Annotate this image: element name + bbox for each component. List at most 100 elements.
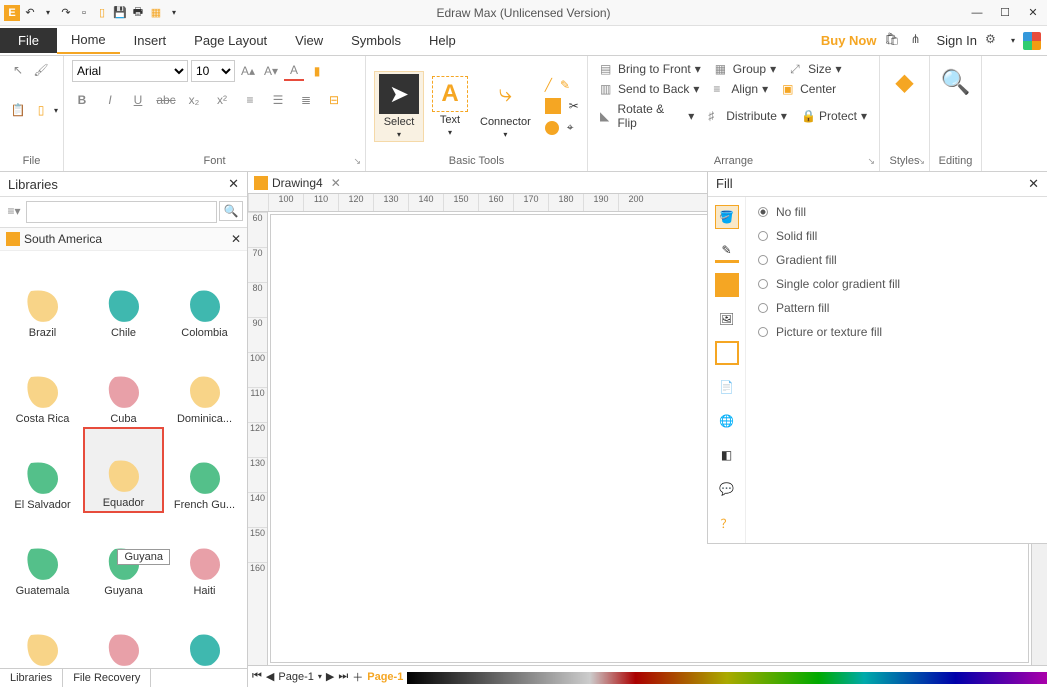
fill-picture-icon[interactable]: 🖼: [715, 307, 739, 331]
styles-expand-icon[interactable]: ↘: [917, 156, 925, 167]
lib-item-frenchgu[interactable]: French Gu...: [164, 427, 245, 513]
fill-shadow-icon[interactable]: ◧: [715, 443, 739, 467]
fill-globe-icon[interactable]: 🌐: [715, 409, 739, 433]
cursor-icon[interactable]: ↖: [8, 60, 28, 80]
fill-option-solid-fill[interactable]: Solid fill: [758, 229, 1035, 243]
lib-item-dominica[interactable]: Dominica...: [164, 341, 245, 427]
menu-view[interactable]: View: [281, 28, 337, 53]
superscript-icon[interactable]: x²: [212, 90, 232, 110]
paste-dd-icon[interactable]: ▾: [54, 106, 58, 115]
highlight-icon[interactable]: ▮: [307, 61, 327, 81]
tab-file-recovery[interactable]: File Recovery: [63, 669, 151, 687]
pencil-icon[interactable]: ✎: [560, 78, 570, 92]
page-next-icon[interactable]: ▶: [326, 670, 334, 683]
lib-item-costarica[interactable]: Costa Rica: [2, 341, 83, 427]
grow-font-icon[interactable]: A▴: [238, 61, 258, 81]
lib-item-cuba[interactable]: Cuba: [83, 341, 164, 427]
connector-tool[interactable]: ⤷ Connector ▾: [476, 72, 535, 141]
lib-item-mexico[interactable]: Mexico: [164, 599, 245, 668]
fill-option-no-fill[interactable]: No fill: [758, 205, 1035, 219]
fill-line-icon[interactable]: ✎: [715, 239, 739, 263]
lib-item-elsalvador[interactable]: El Salvador: [2, 427, 83, 513]
cart-icon[interactable]: 🛍: [885, 32, 903, 50]
select-dd-icon[interactable]: ▾: [397, 130, 401, 139]
fill-layer-icon[interactable]: [715, 341, 739, 365]
editing-button[interactable]: 🔍: [932, 60, 980, 104]
menu-insert[interactable]: Insert: [120, 28, 181, 53]
page-prev-icon[interactable]: ◀: [266, 670, 274, 683]
strike-icon[interactable]: abc: [156, 90, 176, 110]
connector-dd-icon[interactable]: ▾: [503, 130, 507, 139]
export-icon[interactable]: ▦: [148, 5, 164, 21]
fill-option-single-color-gradient-fill[interactable]: Single color gradient fill: [758, 277, 1035, 291]
paste-icon[interactable]: ▯: [31, 100, 51, 120]
font-expand-icon[interactable]: ↘: [353, 156, 361, 167]
scissors-icon[interactable]: ✂: [569, 99, 579, 113]
protect-button[interactable]: 🔒Protect ▾: [797, 107, 871, 125]
select-tool[interactable]: ➤ Select ▾: [374, 71, 424, 142]
page-first-icon[interactable]: ⏮: [252, 670, 262, 683]
qat-dd-icon[interactable]: ▾: [166, 5, 182, 21]
menu-file[interactable]: File: [0, 28, 57, 53]
lib-menu-icon[interactable]: ≡▾: [4, 201, 24, 221]
text-dd-icon[interactable]: ▾: [448, 128, 452, 137]
font-name-select[interactable]: Arial: [72, 60, 188, 82]
page-add-icon[interactable]: ＋: [352, 669, 363, 685]
open-icon[interactable]: ▯: [94, 5, 110, 21]
valign-icon[interactable]: ⊟: [324, 90, 344, 110]
distribute-button[interactable]: ♯Distribute ▾: [704, 107, 791, 125]
styles-button[interactable]: ◆: [881, 60, 929, 104]
menu-home[interactable]: Home: [57, 27, 120, 54]
lib-item-equador[interactable]: Equador: [83, 427, 164, 513]
font-size-select[interactable]: 10: [191, 60, 235, 82]
search-icon[interactable]: 🔍: [219, 201, 243, 221]
libraries-close-icon[interactable]: ✕: [228, 176, 239, 192]
send-back-button[interactable]: ▥Send to Back ▾: [596, 80, 703, 98]
minimize-icon[interactable]: —: [963, 2, 991, 24]
subscript-icon[interactable]: x₂: [184, 90, 204, 110]
lib-item-haiti[interactable]: Haiti: [164, 513, 245, 599]
size-button[interactable]: ⤢Size ▾: [786, 60, 845, 78]
doc-tab-close-icon[interactable]: ✕: [331, 176, 341, 190]
undo-icon[interactable]: ↶: [22, 5, 38, 21]
menu-symbols[interactable]: Symbols: [337, 28, 415, 53]
menu-help[interactable]: Help: [415, 28, 470, 53]
page-dd-icon[interactable]: ▾: [318, 672, 322, 681]
lib-item-chile[interactable]: Chile: [83, 255, 164, 341]
close-icon[interactable]: ✕: [1019, 2, 1047, 24]
color-palette[interactable]: [407, 672, 1047, 684]
center-button[interactable]: ▣Center: [778, 80, 840, 98]
menu-page-layout[interactable]: Page Layout: [180, 28, 281, 53]
lib-item-brazil[interactable]: Brazil: [2, 255, 83, 341]
text-tool[interactable]: A Text ▾: [428, 74, 472, 139]
page-select[interactable]: Page-1: [278, 671, 313, 683]
fill-bucket-icon[interactable]: 🪣: [715, 205, 739, 229]
print-icon[interactable]: 🖶: [130, 5, 146, 21]
fill-option-picture-or-texture-fill[interactable]: Picture or texture fill: [758, 325, 1035, 339]
bring-front-button[interactable]: ▤Bring to Front ▾: [596, 60, 705, 78]
fill-option-pattern-fill[interactable]: Pattern fill: [758, 301, 1035, 315]
lib-item-honduras[interactable]: Honduras: [2, 599, 83, 668]
lib-search-input[interactable]: [26, 201, 217, 223]
fill-text-icon[interactable]: 📄: [715, 375, 739, 399]
save-icon[interactable]: 💾: [112, 5, 128, 21]
lib-item-colombia[interactable]: Colombia: [164, 255, 245, 341]
page-current[interactable]: Page-1: [367, 671, 403, 683]
page-last-icon[interactable]: ⏭: [338, 670, 348, 683]
category-close-icon[interactable]: ✕: [231, 232, 241, 246]
lib-item-guatemala[interactable]: Guatemala: [2, 513, 83, 599]
rect-icon[interactable]: [545, 98, 561, 114]
ellipse-icon[interactable]: [545, 121, 559, 135]
sign-in-link[interactable]: Sign In: [937, 33, 977, 48]
brush-icon[interactable]: 🖌: [31, 60, 51, 80]
bullets-icon[interactable]: ☰: [268, 90, 288, 110]
rotate-flip-button[interactable]: ◣Rotate & Flip ▾: [596, 100, 698, 132]
fill-comment-icon[interactable]: 💬: [715, 477, 739, 501]
underline-icon[interactable]: U: [128, 90, 148, 110]
arrange-expand-icon[interactable]: ↘: [867, 156, 875, 167]
align-button[interactable]: ≡Align ▾: [709, 80, 772, 98]
tab-libraries[interactable]: Libraries: [0, 669, 63, 687]
line-icon[interactable]: ╱: [545, 78, 552, 92]
bold-icon[interactable]: B: [72, 90, 92, 110]
font-color-icon[interactable]: A: [284, 61, 304, 81]
